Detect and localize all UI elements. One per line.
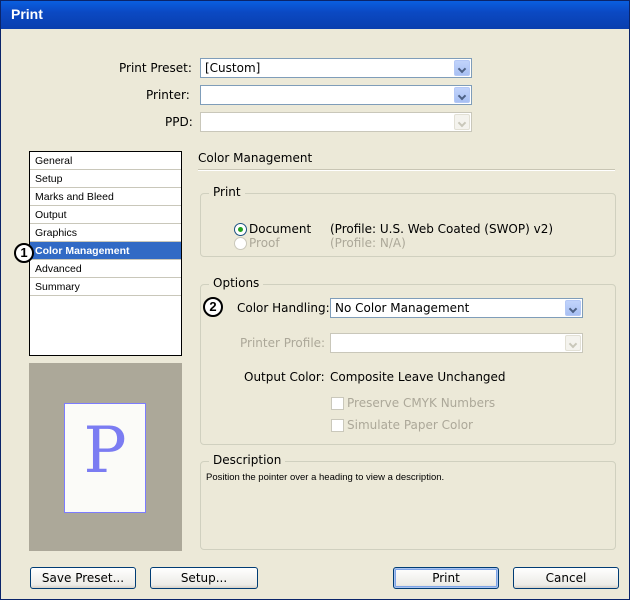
- document-radio[interactable]: [234, 223, 247, 236]
- preserve-cmyk-checkbox[interactable]: [331, 397, 344, 410]
- print-preset-label: Print Preset:: [119, 61, 192, 75]
- print-group-label: Print: [209, 185, 245, 199]
- output-color-value: Composite Leave Unchanged: [330, 370, 506, 384]
- setup-button[interactable]: Setup...: [150, 567, 258, 589]
- color-handling-label: Color Handling:: [237, 301, 330, 315]
- simulate-paper-checkbox[interactable]: [331, 419, 344, 432]
- ppd-dropdown[interactable]: [200, 112, 472, 132]
- page-preview: P: [29, 363, 182, 551]
- document-profile-text: (Profile: U.S. Web Coated (SWOP) v2): [330, 222, 554, 236]
- chevron-down-icon[interactable]: [565, 300, 581, 316]
- dialog-title: Print: [11, 6, 43, 22]
- nav-item-marks-and-bleed[interactable]: Marks and Bleed: [30, 188, 181, 206]
- nav-item-color-management[interactable]: Color Management: [30, 242, 181, 260]
- print-button[interactable]: Print: [393, 567, 499, 589]
- printer-dropdown[interactable]: [200, 85, 472, 105]
- callout-badge-2: 2: [203, 297, 223, 317]
- color-handling-dropdown[interactable]: No Color Management: [330, 298, 583, 318]
- document-radio-label[interactable]: Document: [249, 222, 311, 236]
- options-group-label: Options: [209, 276, 264, 290]
- nav-item-output[interactable]: Output: [30, 206, 181, 224]
- nav-item-setup[interactable]: Setup: [30, 170, 181, 188]
- nav-item-advanced[interactable]: Advanced: [30, 260, 181, 278]
- nav-item-summary[interactable]: Summary: [30, 278, 181, 296]
- nav-item-general[interactable]: General: [30, 152, 181, 170]
- chevron-down-icon[interactable]: [454, 87, 470, 103]
- chevron-down-icon[interactable]: [454, 60, 470, 76]
- nav-item-graphics[interactable]: Graphics: [30, 224, 181, 242]
- preserve-cmyk-label[interactable]: Preserve CMYK Numbers: [347, 396, 495, 410]
- printer-label: Printer:: [146, 88, 190, 102]
- callout-badge-1: 1: [14, 243, 34, 263]
- category-list: General Setup Marks and Bleed Output Gra…: [29, 151, 182, 356]
- cancel-button[interactable]: Cancel: [513, 567, 619, 589]
- radio-selected-dot: [238, 227, 243, 232]
- color-handling-value: No Color Management: [335, 301, 470, 315]
- print-dialog: Print Print Preset: [Custom] Printer: PP…: [0, 0, 630, 600]
- title-bar[interactable]: Print: [1, 1, 629, 29]
- proof-radio[interactable]: [234, 237, 247, 250]
- proof-profile-text: (Profile: N/A): [330, 236, 406, 250]
- description-text: Position the pointer over a heading to v…: [206, 472, 445, 483]
- preview-glyph: P: [83, 414, 127, 488]
- print-preset-dropdown[interactable]: [Custom]: [200, 58, 472, 78]
- section-title: Color Management: [198, 151, 313, 165]
- print-preset-value: [Custom]: [205, 61, 261, 75]
- ppd-label: PPD:: [165, 115, 193, 129]
- chevron-down-icon: [454, 114, 470, 130]
- output-color-label: Output Color:: [244, 370, 325, 384]
- simulate-paper-label[interactable]: Simulate Paper Color: [347, 418, 473, 432]
- save-preset-button[interactable]: Save Preset...: [30, 567, 136, 589]
- printer-profile-dropdown[interactable]: [330, 333, 583, 353]
- description-group-label: Description: [209, 453, 286, 467]
- chevron-down-icon: [565, 335, 581, 351]
- proof-radio-label[interactable]: Proof: [249, 236, 280, 250]
- preview-page: P: [64, 403, 146, 513]
- printer-profile-label: Printer Profile:: [240, 336, 326, 350]
- section-divider: [198, 169, 615, 171]
